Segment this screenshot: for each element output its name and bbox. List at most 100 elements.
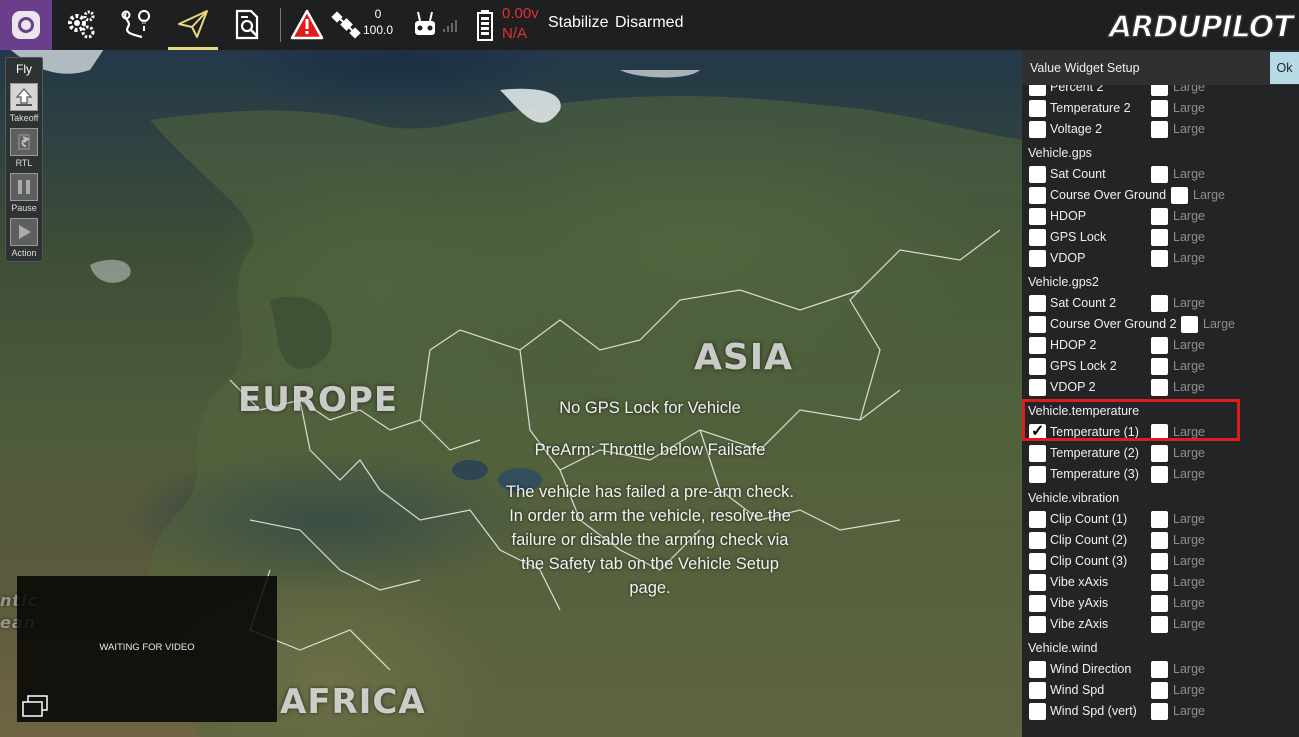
large-checkbox[interactable] [1151, 445, 1168, 462]
show-checkbox[interactable] [1029, 166, 1046, 183]
arm-state-indicator[interactable]: Disarmed [615, 14, 683, 32]
large-checkbox[interactable] [1151, 250, 1168, 267]
show-checkbox[interactable] [1029, 100, 1046, 117]
widget-option-label: Sat Count [1050, 167, 1106, 181]
large-checkbox[interactable] [1151, 295, 1168, 312]
large-checkbox[interactable] [1151, 574, 1168, 591]
show-checkbox[interactable] [1029, 295, 1046, 312]
qgc-logo-icon[interactable] [0, 0, 52, 50]
show-checkbox[interactable] [1029, 574, 1046, 591]
widget-option-label: Wind Spd (vert) [1050, 704, 1137, 718]
large-checkbox[interactable] [1151, 703, 1168, 720]
widget-option-row: Sat Count Large [1022, 164, 1299, 185]
video-pip[interactable]: WAITING FOR VIDEO [17, 576, 277, 722]
show-checkbox[interactable] [1029, 511, 1046, 528]
large-checkbox[interactable] [1151, 595, 1168, 612]
show-checkbox[interactable] [1029, 229, 1046, 246]
large-checkbox[interactable] [1151, 166, 1168, 183]
show-checkbox[interactable] [1029, 703, 1046, 720]
show-checkbox[interactable] [1029, 337, 1046, 354]
panel-scroll-area[interactable]: Percent 2 Large Temperature 2 Large Voltage … [1022, 85, 1299, 737]
rtl-return-icon[interactable] [10, 128, 38, 156]
action-button[interactable]: Action [6, 216, 42, 261]
large-checkbox[interactable] [1151, 553, 1168, 570]
show-checkbox[interactable] [1029, 466, 1046, 483]
large-checkbox[interactable] [1151, 85, 1168, 96]
large-label: Large [1173, 425, 1205, 439]
show-checkbox[interactable] [1029, 532, 1046, 549]
large-checkbox[interactable] [1151, 511, 1168, 528]
widget-option-row: ✓ Temperature (1) Large [1022, 422, 1299, 443]
gps-status[interactable]: 0 100.0 [360, 6, 396, 38]
large-checkbox[interactable] [1151, 682, 1168, 699]
panel-list: Percent 2 Large Temperature 2 Large Voltage … [1022, 85, 1299, 722]
gps-hdop: 100.0 [362, 23, 394, 37]
show-checkbox[interactable] [1029, 553, 1046, 570]
battery-status[interactable]: 0.00v N/A [502, 4, 539, 44]
play-action-icon[interactable] [10, 218, 38, 246]
show-checkbox[interactable] [1029, 595, 1046, 612]
takeoff-button[interactable]: Takeoff [6, 81, 42, 126]
show-checkbox[interactable] [1029, 85, 1046, 96]
large-checkbox[interactable] [1151, 121, 1168, 138]
widget-option-row: Temperature (3) Large [1022, 464, 1299, 485]
large-label: Large [1173, 85, 1205, 94]
message-gps: No GPS Lock for Vehicle [559, 399, 741, 417]
widget-option-row: Temperature (2) Large [1022, 443, 1299, 464]
show-checkbox[interactable] [1029, 208, 1046, 225]
large-checkbox[interactable] [1151, 208, 1168, 225]
large-checkbox[interactable] [1151, 466, 1168, 483]
large-checkbox[interactable] [1151, 532, 1168, 549]
show-checkbox[interactable] [1029, 316, 1046, 333]
svg-text:B: B [142, 20, 146, 26]
large-checkbox[interactable] [1151, 379, 1168, 396]
large-label: Large [1173, 662, 1205, 676]
large-checkbox[interactable] [1151, 229, 1168, 246]
show-checkbox[interactable] [1029, 250, 1046, 267]
widget-group-title: Vehicle.wind [1028, 641, 1098, 655]
show-checkbox[interactable]: ✓ [1029, 423, 1046, 441]
large-label: Large [1173, 209, 1205, 223]
pip-switch-icon[interactable] [20, 693, 50, 719]
widget-option-label: Course Over Ground 2 [1050, 317, 1177, 331]
widget-option-row: Vibe zAxis Large [1022, 614, 1299, 635]
battery-icon[interactable] [474, 0, 500, 50]
takeoff-arrow-icon[interactable] [10, 83, 38, 111]
widget-option-row: Clip Count (1) Large [1022, 509, 1299, 530]
show-checkbox[interactable] [1029, 445, 1046, 462]
large-checkbox[interactable] [1171, 187, 1188, 204]
signal-bars-icon[interactable] [442, 0, 460, 50]
widget-option-row: Percent 2 Large [1022, 85, 1299, 98]
widget-option-label: Temperature 2 [1050, 101, 1131, 115]
analyze-document-icon[interactable] [222, 0, 272, 50]
show-checkbox[interactable] [1029, 121, 1046, 138]
large-label: Large [1173, 230, 1205, 244]
large-checkbox[interactable] [1151, 616, 1168, 633]
settings-gears-icon[interactable] [56, 0, 106, 50]
widget-option-label: Clip Count (3) [1050, 554, 1128, 568]
large-checkbox[interactable] [1181, 316, 1198, 333]
large-checkbox[interactable] [1151, 424, 1168, 441]
large-checkbox[interactable] [1151, 358, 1168, 375]
flight-mode-selector[interactable]: Stabilize [548, 14, 608, 32]
pause-button[interactable]: Pause [6, 171, 42, 216]
show-checkbox[interactable] [1029, 379, 1046, 396]
large-checkbox[interactable] [1151, 337, 1168, 354]
show-checkbox[interactable] [1029, 616, 1046, 633]
plan-route-icon[interactable]: B [111, 0, 161, 50]
fly-paper-plane-icon[interactable] [168, 0, 218, 50]
large-label: Large [1173, 446, 1205, 460]
pause-icon[interactable] [10, 173, 38, 201]
ok-button[interactable]: Ok [1270, 52, 1299, 84]
widget-option-row: VDOP Large [1022, 248, 1299, 269]
widget-option-row: Wind Spd Large [1022, 680, 1299, 701]
show-checkbox[interactable] [1029, 682, 1046, 699]
show-checkbox[interactable] [1029, 358, 1046, 375]
large-checkbox[interactable] [1151, 100, 1168, 117]
large-label: Large [1193, 188, 1225, 202]
show-checkbox[interactable] [1029, 661, 1046, 678]
rtl-button[interactable]: RTL [6, 126, 42, 171]
large-checkbox[interactable] [1151, 661, 1168, 678]
show-checkbox[interactable] [1029, 187, 1046, 204]
widget-group-title: Vehicle.temperature [1028, 404, 1140, 418]
